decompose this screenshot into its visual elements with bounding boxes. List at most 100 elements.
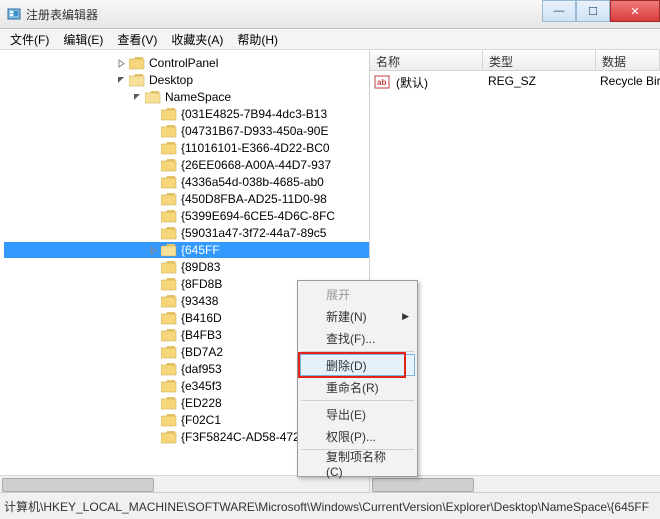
expand-icon[interactable]	[148, 364, 159, 375]
menu-edit[interactable]: 编辑(E)	[57, 29, 109, 50]
tree-item[interactable]: {645FF	[4, 242, 369, 258]
maximize-button[interactable]: ☐	[576, 0, 610, 22]
tree-label: {93438	[181, 294, 218, 308]
ctx-permissions[interactable]: 权限(P)...	[300, 425, 415, 447]
tree-item[interactable]: {450D8FBA-AD25-11D0-98	[4, 191, 369, 207]
expand-icon[interactable]	[148, 279, 159, 290]
folder-icon	[161, 193, 177, 206]
expand-icon[interactable]	[148, 313, 159, 324]
folder-icon	[161, 414, 177, 427]
expand-icon[interactable]	[148, 398, 159, 409]
expand-icon[interactable]	[148, 245, 159, 256]
folder-icon	[161, 261, 177, 274]
folder-icon	[161, 210, 177, 223]
menu-help[interactable]: 帮助(H)	[231, 29, 284, 50]
expand-icon[interactable]	[148, 126, 159, 137]
tree-label: {89D83	[181, 260, 220, 274]
expand-icon[interactable]	[116, 58, 127, 69]
menu-file[interactable]: 文件(F)	[4, 29, 55, 50]
folder-icon	[145, 91, 161, 104]
col-type[interactable]: 类型	[483, 50, 596, 70]
tree-item[interactable]: {11016101-E366-4D22-BC0	[4, 140, 369, 156]
folder-icon	[161, 227, 177, 240]
close-button[interactable]: ✕	[610, 0, 660, 22]
folder-icon	[161, 278, 177, 291]
expand-icon[interactable]	[148, 143, 159, 154]
expand-icon[interactable]	[148, 296, 159, 307]
submenu-arrow-icon: ▶	[402, 311, 409, 322]
expand-icon[interactable]	[148, 432, 159, 443]
status-bar: 计算机\HKEY_LOCAL_MACHINE\SOFTWARE\Microsof…	[0, 492, 660, 519]
tree-label: {ED228	[181, 396, 222, 410]
menu-view[interactable]: 查看(V)	[111, 29, 163, 50]
tree-label: {B416D	[181, 311, 222, 325]
folder-icon	[129, 57, 145, 70]
tree-item[interactable]: {4336a54d-038b-4685-ab0	[4, 174, 369, 190]
tree-label: {59031a47-3f72-44a7-89c5	[181, 226, 326, 240]
tree-label: {5399E694-6CE5-4D6C-8FC	[181, 209, 335, 223]
svg-text:ab: ab	[377, 78, 386, 87]
tree-label: {11016101-E366-4D22-BC0	[181, 141, 330, 155]
expand-icon[interactable]	[148, 347, 159, 358]
ctx-new[interactable]: 新建(N)▶	[300, 305, 415, 327]
expand-icon[interactable]	[148, 228, 159, 239]
tree-label: {450D8FBA-AD25-11D0-98	[181, 192, 327, 206]
expand-icon[interactable]	[116, 75, 127, 86]
tree-item[interactable]: Desktop	[4, 72, 369, 88]
folder-icon	[161, 312, 177, 325]
expand-icon[interactable]	[148, 211, 159, 222]
col-data[interactable]: 数据	[596, 50, 660, 70]
folder-icon	[161, 142, 177, 155]
tree-label: {645FF	[181, 243, 220, 257]
folder-icon	[161, 380, 177, 393]
folder-icon	[161, 346, 177, 359]
app-icon	[6, 6, 22, 22]
menu-bar: 文件(F) 编辑(E) 查看(V) 收藏夹(A) 帮助(H)	[0, 29, 660, 50]
folder-icon	[129, 74, 145, 87]
expand-icon[interactable]	[148, 415, 159, 426]
folder-icon	[161, 363, 177, 376]
ctx-export[interactable]: 导出(E)	[300, 403, 415, 425]
tree-label: {031E4825-7B94-4dc3-B13	[181, 107, 327, 121]
tree-label: {4336a54d-038b-4685-ab0	[181, 175, 324, 189]
folder-icon	[161, 431, 177, 444]
list-row[interactable]: ab (默认) REG_SZ Recycle Bir	[370, 71, 660, 94]
ctx-find[interactable]: 查找(F)...	[300, 327, 415, 349]
folder-icon	[161, 244, 177, 257]
context-menu: 展开 新建(N)▶ 查找(F)... 删除(D) 重命名(R) 导出(E) 权限…	[297, 280, 418, 477]
ctx-expand: 展开	[300, 283, 415, 305]
col-name[interactable]: 名称	[370, 50, 483, 70]
tree-item[interactable]: {59031a47-3f72-44a7-89c5	[4, 225, 369, 241]
tree-item[interactable]: {031E4825-7B94-4dc3-B13	[4, 106, 369, 122]
menu-favorites[interactable]: 收藏夹(A)	[165, 29, 229, 50]
folder-icon	[161, 108, 177, 121]
tree-item[interactable]: {89D83	[4, 259, 369, 275]
folder-icon	[161, 176, 177, 189]
folder-icon	[161, 295, 177, 308]
expand-icon[interactable]	[148, 262, 159, 273]
folder-icon	[161, 397, 177, 410]
tree-label: {daf953	[181, 362, 222, 376]
tree-label: {e345f3	[181, 379, 222, 393]
expand-icon[interactable]	[148, 194, 159, 205]
ctx-rename[interactable]: 重命名(R)	[300, 376, 415, 398]
expand-icon[interactable]	[148, 381, 159, 392]
cell-data: Recycle Bir	[594, 74, 660, 91]
expand-icon[interactable]	[148, 160, 159, 171]
expand-icon[interactable]	[148, 330, 159, 341]
tree-item[interactable]: {26EE0668-A00A-44D7-937	[4, 157, 369, 173]
tree-label: ControlPanel	[149, 56, 218, 70]
tree-label: {8FD8B	[181, 277, 222, 291]
tree-item[interactable]: ControlPanel	[4, 55, 369, 71]
tree-item[interactable]: {5399E694-6CE5-4D6C-8FC	[4, 208, 369, 224]
expand-icon[interactable]	[148, 177, 159, 188]
string-value-icon: ab	[374, 74, 390, 90]
ctx-delete[interactable]: 删除(D)	[300, 354, 415, 376]
expand-icon[interactable]	[132, 92, 143, 103]
tree-item[interactable]: NameSpace	[4, 89, 369, 105]
minimize-button[interactable]: —	[542, 0, 576, 22]
expand-icon[interactable]	[148, 109, 159, 120]
ctx-copykey[interactable]: 复制项名称(C)	[300, 452, 415, 474]
tree-label: {F02C1	[181, 413, 221, 427]
tree-item[interactable]: {04731B67-D933-450a-90E	[4, 123, 369, 139]
